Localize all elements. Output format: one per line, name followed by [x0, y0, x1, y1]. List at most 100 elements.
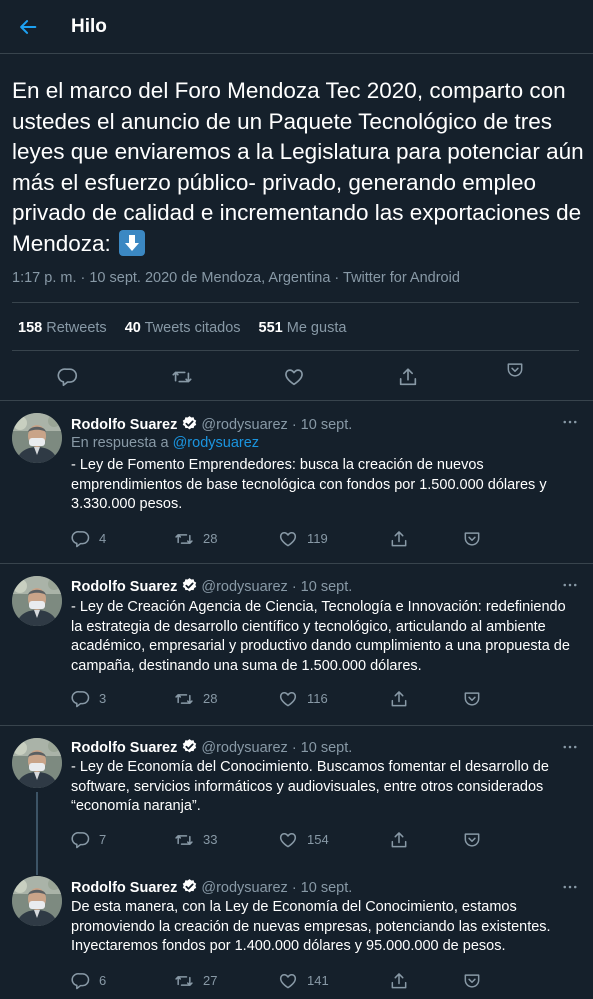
main-tweet-body: En el marco del Foro Mendoza Tec 2020, c…	[12, 78, 584, 256]
like-icon[interactable]	[283, 366, 305, 388]
like-count: 141	[307, 973, 329, 988]
author-handle[interactable]: @rodysuarez	[201, 740, 287, 756]
verified-badge-icon	[181, 415, 198, 432]
like-icon[interactable]	[278, 689, 298, 709]
tweet-actions: 7 33 154	[0, 830, 593, 850]
like-icon[interactable]	[278, 971, 298, 991]
likes-label: Me gusta	[286, 320, 347, 336]
retweets-label: Retweets	[46, 320, 107, 336]
page-title: Hilo	[71, 16, 107, 37]
share-icon[interactable]	[397, 366, 419, 388]
thread-connector	[36, 792, 38, 865]
author-name[interactable]: Rodolfo Suarez	[71, 740, 177, 756]
retweets-count: 158	[18, 320, 43, 336]
divider	[12, 350, 579, 351]
back-arrow-icon[interactable]	[17, 16, 39, 38]
retweet-count: 28	[203, 691, 218, 706]
quotes-count: 40	[124, 320, 141, 336]
share-icon[interactable]	[389, 971, 409, 991]
retweet-count: 28	[203, 531, 218, 546]
reply-icon[interactable]	[71, 529, 91, 549]
reply-count: 7	[99, 832, 107, 847]
tweet-stats: 158 Retweets 40 Tweets citados 551 Me gust…	[18, 320, 346, 336]
reply-icon[interactable]	[71, 971, 91, 991]
author-name[interactable]: Rodolfo Suarez	[71, 579, 177, 595]
tweet-actions: 6 27 141	[0, 971, 593, 991]
author-name[interactable]: Rodolfo Suarez	[71, 880, 177, 896]
like-count: 116	[307, 691, 328, 706]
thread-connector	[36, 865, 38, 875]
pocket-icon[interactable]	[462, 830, 482, 850]
thread-tweet[interactable]: Rodolfo Suarez @rodysuarez · 10 sept. - L…	[0, 563, 593, 725]
likes-count: 551	[258, 320, 283, 336]
like-count: 119	[307, 531, 328, 546]
tweet-header: Rodolfo Suarez @rodysuarez · 10 sept.	[71, 415, 352, 433]
down-arrow-emoji-icon	[119, 229, 146, 256]
thread-tweet[interactable]: Rodolfo Suarez @rodysuarez · 10 sept. - L…	[0, 725, 593, 865]
more-options-icon[interactable]	[561, 738, 579, 756]
share-icon[interactable]	[389, 830, 409, 850]
tweet-text: De esta manera, con la Ley de Economía d…	[71, 899, 551, 954]
thread-tweet[interactable]: Rodolfo Suarez @rodysuarez · 10 sept. De …	[0, 865, 593, 999]
retweet-icon[interactable]	[174, 689, 194, 709]
tweet-header: Rodolfo Suarez @rodysuarez · 10 sept.	[71, 878, 352, 896]
author-handle[interactable]: @rodysuarez	[201, 880, 287, 896]
tweet-text: - Ley de Fomento Emprendedores: busca la…	[71, 457, 547, 512]
retweet-icon[interactable]	[171, 366, 193, 388]
share-icon[interactable]	[389, 529, 409, 549]
quotes-stat[interactable]: 40 Tweets citados	[125, 320, 241, 336]
divider	[12, 302, 579, 303]
retweet-icon[interactable]	[174, 830, 194, 850]
share-icon[interactable]	[389, 689, 409, 709]
verified-badge-icon	[181, 577, 198, 594]
main-tweet-actions	[0, 366, 593, 390]
author-handle[interactable]: @rodysuarez	[201, 579, 287, 595]
retweet-icon[interactable]	[174, 529, 194, 549]
tweet-header: Rodolfo Suarez @rodysuarez · 10 sept.	[71, 577, 352, 595]
tweet-date[interactable]: · 10 sept.	[292, 740, 352, 756]
reply-context: En respuesta a @rodysuarez	[71, 435, 259, 451]
main-tweet-text: En el marco del Foro Mendoza Tec 2020, c…	[12, 76, 587, 259]
retweets-stat[interactable]: 158 Retweets	[18, 320, 107, 336]
tweet-actions: 4 28 119	[0, 529, 593, 549]
retweet-count: 33	[203, 832, 218, 847]
author-name[interactable]: Rodolfo Suarez	[71, 417, 177, 433]
tweet-text: - Ley de Creación Agencia de Ciencia, Te…	[71, 599, 570, 674]
reply-icon[interactable]	[71, 689, 91, 709]
tweet-date[interactable]: · 10 sept.	[292, 417, 352, 433]
more-options-icon[interactable]	[561, 878, 579, 896]
reply-count: 4	[99, 531, 107, 546]
like-icon[interactable]	[278, 529, 298, 549]
pocket-icon[interactable]	[462, 529, 482, 549]
likes-stat[interactable]: 551 Me gusta	[259, 320, 347, 336]
reply-icon[interactable]	[71, 830, 91, 850]
pocket-icon[interactable]	[505, 360, 525, 380]
tweet-timestamp[interactable]: 1:17 p. m. · 10 sept. 2020 de Mendoza, A…	[12, 270, 460, 286]
tweet-actions: 3 28 116	[0, 689, 593, 709]
pocket-icon[interactable]	[462, 971, 482, 991]
tweet-text: - Ley de Economía del Conocimiento. Busc…	[71, 759, 549, 814]
tweet-date[interactable]: · 10 sept.	[292, 880, 352, 896]
quotes-label: Tweets citados	[144, 320, 241, 336]
verified-badge-icon	[181, 878, 198, 895]
tweet-header: Rodolfo Suarez @rodysuarez · 10 sept.	[71, 738, 352, 756]
avatar[interactable]	[12, 413, 62, 463]
more-options-icon[interactable]	[561, 413, 579, 431]
verified-badge-icon	[181, 738, 198, 755]
reply-tweet[interactable]: Rodolfo Suarez @rodysuarez · 10 sept. En …	[0, 400, 593, 563]
more-options-icon[interactable]	[561, 576, 579, 594]
tweet-date[interactable]: · 10 sept.	[292, 579, 352, 595]
retweet-icon[interactable]	[174, 971, 194, 991]
avatar[interactable]	[12, 738, 62, 788]
reply-mention-link[interactable]: @rodysuarez	[173, 435, 259, 451]
reply-count: 6	[99, 973, 107, 988]
retweet-count: 27	[203, 973, 218, 988]
avatar[interactable]	[12, 876, 62, 926]
avatar[interactable]	[12, 576, 62, 626]
reply-icon[interactable]	[57, 366, 79, 388]
author-handle[interactable]: @rodysuarez	[201, 417, 287, 433]
pocket-icon[interactable]	[462, 689, 482, 709]
like-icon[interactable]	[278, 830, 298, 850]
reply-prefix: En respuesta a	[71, 435, 169, 451]
like-count: 154	[307, 832, 329, 847]
